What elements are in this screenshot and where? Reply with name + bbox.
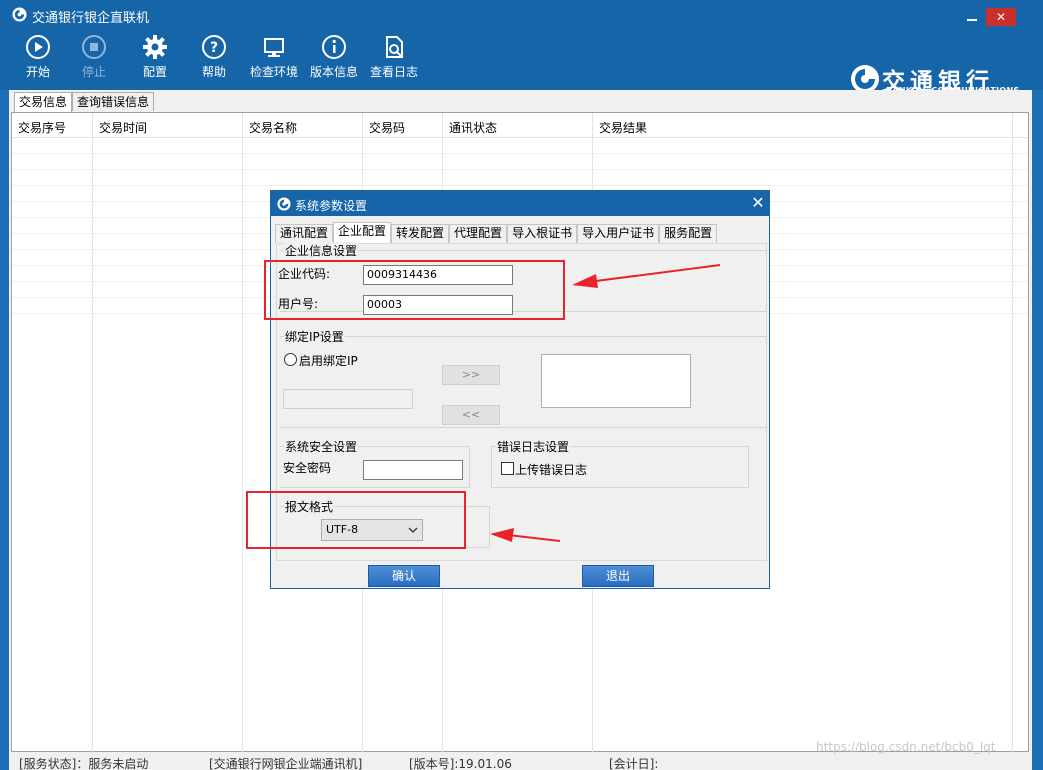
exit-button[interactable]: 退出 (582, 565, 654, 587)
tab-proxy-config[interactable]: 代理配置 (449, 224, 508, 243)
enable-bind-ip-label: 启用绑定IP (299, 354, 358, 368)
bank-logo-icon (277, 197, 291, 211)
dialog-tabs: 通讯配置 企业配置 转发配置 代理配置 导入根证书 导入用户证书 服务配置 (275, 222, 718, 243)
toolbar-config-button[interactable]: 配置 (125, 34, 185, 80)
status-product: [交通银行网银企业端通讯机] (209, 757, 363, 770)
toolbar-start-button[interactable]: 开始 (8, 34, 68, 80)
status-accounting-date: [会计日]: (609, 757, 659, 770)
add-ip-button[interactable]: >> (442, 365, 500, 385)
column-header-code[interactable]: 交易码 (369, 119, 405, 136)
upload-error-log-label: 上传错误日志 (515, 463, 588, 477)
help-icon: ? (202, 35, 226, 59)
close-icon: ✕ (751, 193, 765, 212)
bind-ip-group: 绑定IP设置 (280, 328, 767, 428)
tab-import-user-cert[interactable]: 导入用户证书 (577, 224, 660, 243)
highlight-message-format (246, 491, 466, 549)
dialog-title: 系统参数设置 (295, 199, 368, 213)
log-icon (386, 36, 403, 58)
status-bar: [服务状态]：服务未启动 [交通银行网银企业端通讯机] [版本号]:19.01.… (9, 752, 1032, 770)
grid-divider (12, 169, 1028, 170)
toolbar-start-label: 开始 (25, 65, 50, 79)
bind-ip-input[interactable] (283, 389, 413, 409)
tab-comm-config[interactable]: 通讯配置 (275, 224, 334, 243)
security-title: 系统安全设置 (284, 438, 359, 455)
toolbar-config-label: 配置 (142, 65, 167, 79)
red-arrow-icon (490, 528, 561, 542)
tab-company-config[interactable]: 企业配置 (333, 222, 392, 243)
grid-column: 交易时间 (93, 113, 243, 753)
column-header-time[interactable]: 交易时间 (99, 119, 147, 136)
grid-column: 交易序号 (12, 113, 93, 753)
error-log-title: 错误日志设置 (496, 438, 571, 455)
security-password-input[interactable] (363, 460, 463, 480)
status-service: [服务状态]：服务未启动 (19, 757, 149, 770)
toolbar-check-env-button[interactable]: 检查环境 (244, 34, 304, 80)
dialog-title-bar[interactable]: 系统参数设置 ✕ (271, 191, 769, 216)
title-bar: 交通银行银企直联机 ✕ (0, 0, 1043, 28)
status-version: [版本号]:19.01.06 (409, 757, 512, 770)
column-header-comm-status[interactable]: 通讯状态 (449, 119, 497, 136)
column-header-seq[interactable]: 交易序号 (18, 119, 66, 136)
watermark: https://blog.csdn.net/bcb0_lqt (816, 740, 996, 754)
column-header-result[interactable]: 交易结果 (599, 119, 647, 136)
security-password-label: 安全密码 (283, 461, 332, 475)
minimize-button[interactable] (958, 8, 986, 26)
window-title: 交通银行银企直联机 (32, 11, 150, 26)
grid-divider (12, 137, 1028, 138)
stop-icon (82, 35, 106, 59)
enable-bind-ip-radio[interactable] (284, 353, 297, 366)
info-icon (322, 35, 346, 59)
column-header-name[interactable]: 交易名称 (249, 119, 297, 136)
toolbar: 开始 停止 配置 ? 帮助 检查环境 版本信息 查看日志 交通银行 (0, 28, 1043, 116)
tab-transaction-info[interactable]: 交易信息 (14, 92, 73, 112)
bank-logo-icon (12, 7, 27, 22)
upload-error-log-checkbox[interactable] (501, 462, 514, 475)
play-icon (26, 35, 50, 59)
grid-divider (12, 185, 1028, 186)
toolbar-help-button[interactable]: ? 帮助 (184, 34, 244, 80)
main-tabs: 交易信息 查询错误信息 (14, 92, 155, 112)
toolbar-help-label: 帮助 (201, 65, 226, 79)
remove-ip-button[interactable]: << (442, 405, 500, 425)
close-button[interactable]: ✕ (986, 8, 1016, 26)
monitor-icon (264, 38, 284, 57)
toolbar-stop-button[interactable]: 停止 (64, 34, 124, 80)
tab-service-config[interactable]: 服务配置 (659, 224, 718, 243)
toolbar-version-button[interactable]: 版本信息 (304, 34, 364, 80)
dialog-close-button[interactable]: ✕ (749, 194, 767, 212)
close-icon: ✕ (995, 10, 1007, 24)
gear-icon (143, 35, 167, 59)
company-info-title: 企业信息设置 (284, 242, 359, 259)
grid-divider (12, 153, 1028, 154)
toolbar-log-button[interactable]: 查看日志 (364, 34, 424, 80)
bind-ip-title: 绑定IP设置 (284, 328, 345, 345)
highlight-company-info (264, 260, 565, 320)
main-window: 交通银行银企直联机 ✕ 开始 停止 配置 ? 帮助 检查环境 版本信息 查看日志… (0, 0, 1043, 770)
tab-query-errors[interactable]: 查询错误信息 (72, 92, 155, 111)
bound-ip-list[interactable] (541, 354, 691, 408)
svg-text:?: ? (210, 40, 218, 56)
ok-button[interactable]: 确认 (368, 565, 440, 587)
tab-import-root-cert[interactable]: 导入根证书 (507, 224, 578, 243)
minimize-icon (967, 19, 977, 21)
toolbar-log-label: 查看日志 (369, 65, 418, 79)
red-arrow-icon (572, 264, 721, 288)
toolbar-stop-label: 停止 (81, 65, 106, 79)
tab-forward-config[interactable]: 转发配置 (391, 224, 450, 243)
toolbar-check-env-label: 检查环境 (249, 65, 298, 79)
toolbar-version-label: 版本信息 (309, 65, 358, 79)
